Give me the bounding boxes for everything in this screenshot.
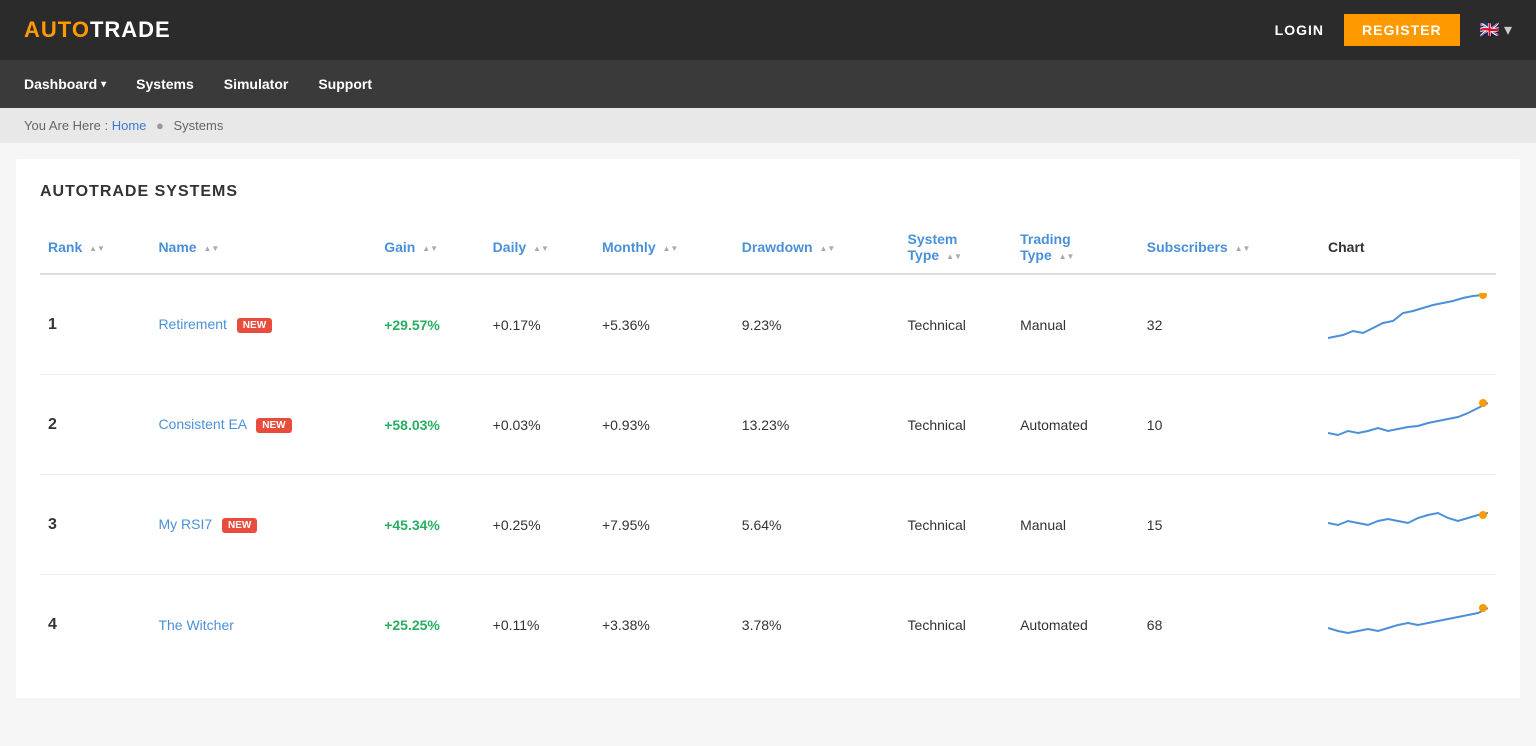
col-subscribers[interactable]: Subscribers ▲▼	[1139, 221, 1320, 274]
col-trading-type[interactable]: TradingType ▲▼	[1012, 221, 1139, 274]
nav: Dashboard ▾ Systems Simulator Support	[0, 60, 1536, 108]
logo-auto: AUTO	[24, 17, 90, 42]
rank-sort-icon: ▲▼	[89, 244, 105, 253]
cell-daily: +0.25%	[485, 475, 594, 575]
table-row: 1 Retirement NEW +29.57% +0.17% +5.36% 9…	[40, 274, 1496, 375]
breadcrumb-home[interactable]: Home	[112, 118, 147, 133]
cell-gain: +45.34%	[376, 475, 484, 575]
section-title: AUTOTRADE SYSTEMS	[40, 183, 1496, 201]
monthly-sort-icon: ▲▼	[663, 244, 679, 253]
nav-item-support[interactable]: Support	[318, 76, 372, 92]
system-type-sort-icon: ▲▼	[946, 252, 962, 261]
cell-rank: 4	[40, 575, 150, 675]
cell-name: Consistent EA NEW	[150, 375, 376, 475]
sparkline-chart	[1328, 293, 1488, 353]
sparkline-chart	[1328, 593, 1488, 653]
cell-subscribers: 10	[1139, 375, 1320, 475]
nav-item-systems[interactable]: Systems	[136, 76, 194, 92]
cell-drawdown: 3.78%	[734, 575, 900, 675]
cell-gain: +29.57%	[376, 274, 484, 375]
cell-rank: 3	[40, 475, 150, 575]
cell-subscribers: 15	[1139, 475, 1320, 575]
sparkline-chart	[1328, 493, 1488, 553]
cell-system-type: Technical	[900, 274, 1013, 375]
new-badge: NEW	[256, 418, 291, 433]
cell-trading-type: Manual	[1012, 475, 1139, 575]
cell-monthly: +7.95%	[594, 475, 734, 575]
cell-chart	[1320, 475, 1496, 575]
cell-chart	[1320, 274, 1496, 375]
main-content: AUTOTRADE SYSTEMS Rank ▲▼ Name ▲▼ Gain ▲…	[16, 159, 1520, 698]
col-gain[interactable]: Gain ▲▼	[376, 221, 484, 274]
cell-gain: +58.03%	[376, 375, 484, 475]
cell-daily: +0.11%	[485, 575, 594, 675]
col-rank[interactable]: Rank ▲▼	[40, 221, 150, 274]
nav-left: Dashboard ▾ Systems Simulator Support	[24, 76, 372, 92]
cell-name: My RSI7 NEW	[150, 475, 376, 575]
cell-daily: +0.03%	[485, 375, 594, 475]
cell-trading-type: Automated	[1012, 375, 1139, 475]
nav-item-dashboard[interactable]: Dashboard ▾	[24, 76, 106, 92]
cell-system-type: Technical	[900, 575, 1013, 675]
logo: AUTOTRADE	[24, 17, 171, 43]
gain-sort-icon: ▲▼	[422, 244, 438, 253]
sparkline-chart	[1328, 393, 1488, 453]
cell-name: Retirement NEW	[150, 274, 376, 375]
cell-chart	[1320, 575, 1496, 675]
col-monthly[interactable]: Monthly ▲▼	[594, 221, 734, 274]
system-name-link[interactable]: My RSI7	[158, 516, 212, 532]
logo-trade: TRADE	[90, 17, 171, 42]
cell-drawdown: 5.64%	[734, 475, 900, 575]
col-drawdown[interactable]: Drawdown ▲▼	[734, 221, 900, 274]
col-name[interactable]: Name ▲▼	[150, 221, 376, 274]
header-right: LOGIN REGISTER 🇬🇧 ▾	[1275, 14, 1512, 46]
table-row: 4 The Witcher +25.25% +0.11% +3.38% 3.78…	[40, 575, 1496, 675]
system-name-link[interactable]: Retirement	[158, 316, 226, 332]
systems-table: Rank ▲▼ Name ▲▼ Gain ▲▼ Daily ▲▼ Monthly…	[40, 221, 1496, 674]
table-row: 3 My RSI7 NEW +45.34% +0.25% +7.95% 5.64…	[40, 475, 1496, 575]
nav-item-simulator[interactable]: Simulator	[224, 76, 289, 92]
table-row: 2 Consistent EA NEW +58.03% +0.03% +0.93…	[40, 375, 1496, 475]
cell-subscribers: 32	[1139, 274, 1320, 375]
system-name-link[interactable]: Consistent EA	[158, 416, 246, 432]
breadcrumb-separator: ●	[156, 118, 164, 133]
cell-name: The Witcher	[150, 575, 376, 675]
system-name-link[interactable]: The Witcher	[158, 617, 233, 633]
trading-type-sort-icon: ▲▼	[1059, 252, 1075, 261]
cell-monthly: +0.93%	[594, 375, 734, 475]
dashboard-caret-icon: ▾	[101, 79, 106, 90]
cell-monthly: +5.36%	[594, 274, 734, 375]
name-sort-icon: ▲▼	[203, 244, 219, 253]
cell-subscribers: 68	[1139, 575, 1320, 675]
new-badge: NEW	[237, 318, 272, 333]
breadcrumb: You Are Here : Home ● Systems	[0, 108, 1536, 143]
breadcrumb-current: Systems	[174, 118, 224, 133]
drawdown-sort-icon: ▲▼	[819, 244, 835, 253]
daily-sort-icon: ▲▼	[533, 244, 549, 253]
new-badge: NEW	[222, 518, 257, 533]
col-chart: Chart	[1320, 221, 1496, 274]
cell-drawdown: 13.23%	[734, 375, 900, 475]
cell-trading-type: Manual	[1012, 274, 1139, 375]
col-daily[interactable]: Daily ▲▼	[485, 221, 594, 274]
breadcrumb-prefix: You Are Here :	[24, 118, 108, 133]
cell-chart	[1320, 375, 1496, 475]
cell-rank: 2	[40, 375, 150, 475]
table-header: Rank ▲▼ Name ▲▼ Gain ▲▼ Daily ▲▼ Monthly…	[40, 221, 1496, 274]
cell-monthly: +3.38%	[594, 575, 734, 675]
cell-daily: +0.17%	[485, 274, 594, 375]
cell-system-type: Technical	[900, 375, 1013, 475]
cell-gain: +25.25%	[376, 575, 484, 675]
header: AUTOTRADE LOGIN REGISTER 🇬🇧 ▾	[0, 0, 1536, 60]
language-flag[interactable]: 🇬🇧 ▾	[1480, 20, 1512, 40]
cell-rank: 1	[40, 274, 150, 375]
cell-trading-type: Automated	[1012, 575, 1139, 675]
login-button[interactable]: LOGIN	[1275, 22, 1324, 38]
cell-drawdown: 9.23%	[734, 274, 900, 375]
cell-system-type: Technical	[900, 475, 1013, 575]
subscribers-sort-icon: ▲▼	[1235, 244, 1251, 253]
col-system-type[interactable]: SystemType ▲▼	[900, 221, 1013, 274]
table-body: 1 Retirement NEW +29.57% +0.17% +5.36% 9…	[40, 274, 1496, 674]
register-button[interactable]: REGISTER	[1344, 14, 1460, 46]
